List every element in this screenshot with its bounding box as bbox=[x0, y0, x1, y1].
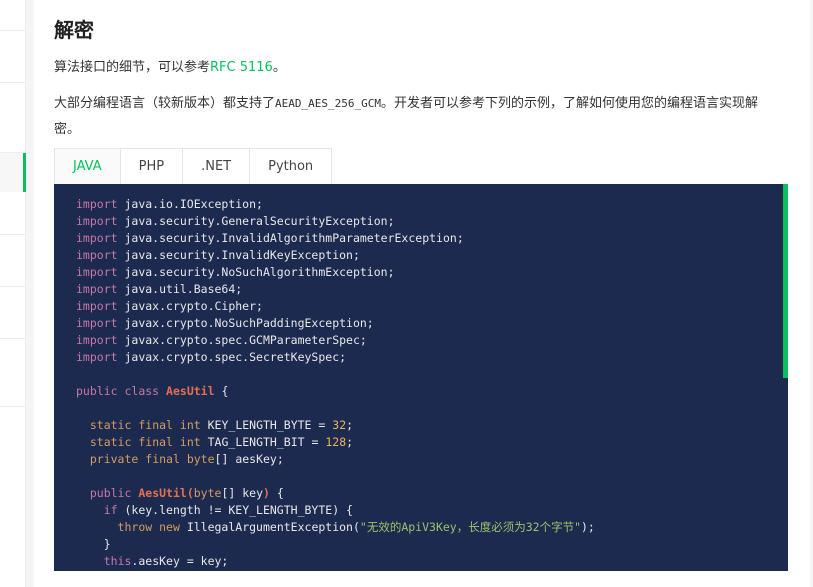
tab-java[interactable]: JAVA bbox=[55, 149, 121, 184]
import-line: java.security.NoSuchAlgorithmException; bbox=[124, 265, 395, 279]
language-tabs: JAVA PHP .NET Python bbox=[54, 148, 333, 184]
import-line: java.security.GeneralSecurityException; bbox=[124, 214, 395, 228]
nav-item[interactable] bbox=[0, 82, 26, 134]
para2-text: 大部分编程语言（较新版本）都支持了 bbox=[54, 96, 276, 111]
code-scrollbar[interactable] bbox=[783, 184, 788, 378]
algorithm-code: AEAD_AES_256_GCM bbox=[275, 97, 381, 110]
nav-item[interactable] bbox=[0, 234, 26, 286]
field-name: aesKey bbox=[235, 452, 277, 466]
para1-text: 算法接口的细节，可以参考 bbox=[54, 60, 211, 75]
import-line: javax.crypto.spec.GCMParameterSpec; bbox=[124, 333, 367, 347]
const-key-length-value: 32 bbox=[332, 418, 347, 432]
left-navigation-rail bbox=[0, 0, 26, 587]
doc-content: 解密 算法接口的细节，可以参考RFC 5116。 大部分编程语言（较新版本）都支… bbox=[34, 0, 810, 587]
nav-item[interactable] bbox=[0, 338, 26, 390]
constructor-name: AesUtil bbox=[138, 486, 187, 500]
section-title: 解密 bbox=[54, 18, 94, 42]
field-ref: aesKey bbox=[138, 554, 180, 568]
nav-item[interactable] bbox=[0, 30, 26, 82]
code-text: import java.io.IOException; import java.… bbox=[76, 197, 595, 568]
exception-message: "无效的ApiV3Key，长度必须为32个字节" bbox=[359, 520, 581, 534]
active-indicator bbox=[23, 153, 26, 192]
import-line: javax.crypto.Cipher; bbox=[124, 299, 263, 313]
rfc-link[interactable]: RFC 5116 bbox=[210, 60, 273, 75]
nav-divider bbox=[0, 406, 26, 407]
import-line: javax.crypto.spec.SecretKeySpec; bbox=[124, 350, 347, 364]
import-line: java.util.Base64; bbox=[124, 282, 243, 296]
const-ref: KEY_LENGTH_BYTE bbox=[228, 503, 333, 517]
rfc-paragraph: 算法接口的细节，可以参考RFC 5116。 bbox=[54, 58, 286, 78]
const-tag-length-value: 128 bbox=[325, 435, 347, 449]
nav-item-active[interactable] bbox=[0, 152, 26, 192]
tab-php[interactable]: PHP bbox=[121, 149, 184, 184]
const-key-length: KEY_LENGTH_BYTE bbox=[207, 418, 312, 432]
import-line: java.security.InvalidKeyException; bbox=[124, 248, 360, 262]
language-support-paragraph: 大部分编程语言（较新版本）都支持了AEAD_AES_256_GCM。开发者可以参… bbox=[54, 91, 766, 143]
tab-dotnet[interactable]: .NET bbox=[183, 149, 251, 184]
code-block[interactable]: import java.io.IOException; import java.… bbox=[54, 184, 788, 571]
tab-python[interactable]: Python bbox=[250, 149, 331, 184]
import-line: java.io.IOException; bbox=[124, 197, 263, 211]
class-name: AesUtil bbox=[166, 384, 215, 398]
const-tag-length: TAG_LENGTH_BIT bbox=[207, 435, 305, 449]
import-line: java.security.InvalidAlgorithmParameterE… bbox=[124, 231, 464, 245]
para1-suffix: 。 bbox=[272, 60, 286, 75]
import-line: javax.crypto.NoSuchPaddingException; bbox=[124, 316, 374, 330]
nav-item[interactable] bbox=[0, 286, 26, 338]
